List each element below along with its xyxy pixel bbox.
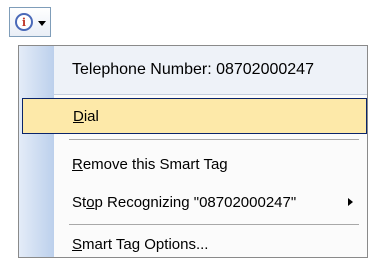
menu-item-dial[interactable]: Dial	[22, 98, 367, 134]
menu-separator	[69, 139, 359, 140]
menu-item-stop-recognizing[interactable]: Stop Recognizing "08702000247"	[54, 184, 367, 220]
menu-item-smart-tag-options[interactable]: Smart Tag Options...	[54, 226, 367, 257]
menu-item-label: Smart Tag Options...	[72, 235, 209, 253]
menu-header-label: Telephone Number: 08702000247	[72, 61, 314, 78]
menu-icon-gutter	[19, 46, 54, 257]
chevron-down-icon	[38, 20, 46, 26]
smart-tag-menu: Telephone Number: 08702000247 Dial Remov…	[18, 45, 368, 258]
menu-header: Telephone Number: 08702000247	[54, 46, 367, 95]
info-icon: i	[15, 13, 33, 31]
menu-item-label: Remove this Smart Tag	[72, 155, 228, 173]
smart-tag-button[interactable]: i	[9, 7, 51, 37]
menu-item-label: Dial	[73, 107, 99, 125]
submenu-arrow-icon	[348, 198, 353, 206]
menu-item-remove-smart-tag[interactable]: Remove this Smart Tag	[54, 146, 367, 182]
menu-separator	[69, 224, 359, 225]
menu-item-label: Stop Recognizing "08702000247"	[72, 193, 297, 211]
